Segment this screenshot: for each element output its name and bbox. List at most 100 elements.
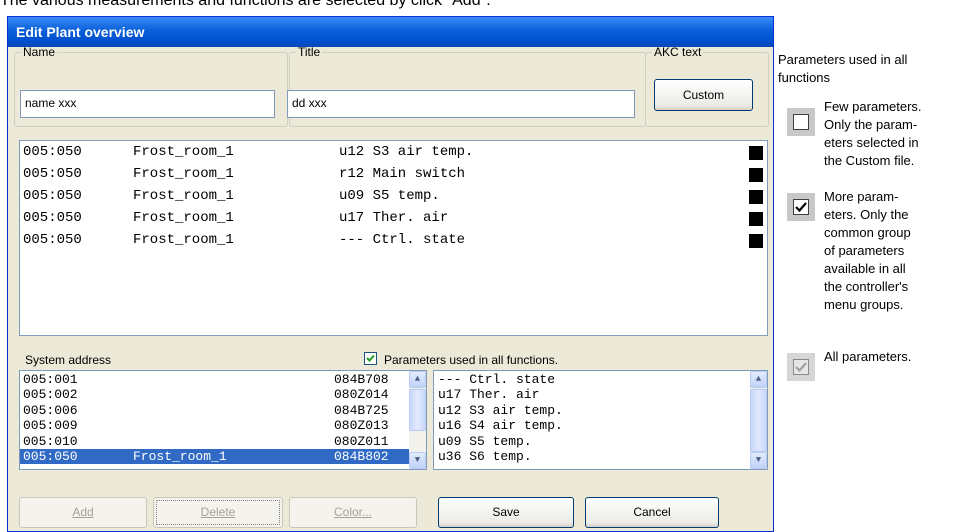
plant-overview-list[interactable]: 005:050 Frost_room_1 u12 S3 air temp. 005:0…	[19, 140, 768, 336]
plant-row-parameter: --- Ctrl. state	[339, 232, 466, 248]
plant-row-color-swatch	[749, 234, 763, 248]
add-button-label: Add	[72, 505, 94, 519]
title-group-label: Title	[298, 45, 321, 59]
system-row-address: 005:010	[23, 433, 78, 449]
scroll-down-arrow-icon[interactable]: ▼	[750, 452, 767, 469]
checked-checkbox-icon	[787, 193, 815, 221]
legend-text-line: More param-	[824, 189, 899, 204]
parameter-row[interactable]: u36 S6 temp.	[438, 449, 532, 464]
system-row-address: 005:009	[23, 418, 78, 434]
system-address-label: System address	[25, 353, 112, 367]
system-row-code: 084B802	[334, 449, 389, 464]
plant-row-address: 005:050	[23, 166, 82, 182]
system-address-row[interactable]: 005:006 084B725	[20, 403, 409, 418]
parameter-legend-panel: Parameters used in all functions	[778, 51, 960, 87]
system-address-row[interactable]: 005:002 080Z014	[20, 387, 409, 402]
scroll-thumb[interactable]	[750, 389, 767, 452]
custom-button[interactable]: Custom	[654, 79, 753, 111]
legend-text-line: menu groups.	[824, 297, 904, 312]
plant-row-parameter: r12 Main switch	[339, 166, 466, 182]
all-functions-checkbox[interactable]	[364, 352, 377, 365]
plant-row-color-swatch	[749, 168, 763, 182]
plant-row[interactable]: 005:050 Frost_room_1 --- Ctrl. state	[20, 230, 767, 251]
plant-row-parameter: u12 S3 air temp.	[339, 144, 474, 160]
plant-row-address: 005:050	[23, 188, 82, 204]
plant-row-name: Frost_room_1	[133, 188, 234, 204]
legend-text-line: the Custom file.	[824, 153, 915, 168]
scroll-up-arrow-icon[interactable]: ▲	[409, 371, 426, 388]
delete-button[interactable]: Delete	[153, 497, 283, 528]
instruction-caption: The various measurements and functions a…	[0, 0, 491, 9]
parameter-list-scrollbar[interactable]: ▲ ▼	[750, 371, 767, 469]
plant-row[interactable]: 005:050 Frost_room_1 u17 Ther. air	[20, 208, 767, 229]
legend-heading-line1: Parameters used in all	[778, 52, 908, 67]
cancel-button-label: Cancel	[633, 505, 671, 519]
scroll-up-arrow-icon[interactable]: ▲	[750, 371, 767, 388]
add-button[interactable]: Add	[19, 497, 147, 528]
title-input[interactable]: dd xxx	[287, 90, 635, 118]
parameter-row[interactable]: --- Ctrl. state	[438, 372, 555, 387]
dialog-title-bar[interactable]: Edit Plant overview	[8, 17, 773, 47]
plant-row[interactable]: 005:050 Frost_room_1 r12 Main switch	[20, 164, 767, 185]
scroll-thumb[interactable]	[409, 389, 426, 431]
plant-row-color-swatch	[749, 212, 763, 226]
legend-text-line: the controller's	[824, 279, 909, 294]
unchecked-checkbox-icon	[787, 108, 815, 136]
system-row-address: 005:050	[23, 449, 78, 464]
cancel-button[interactable]: Cancel	[585, 497, 719, 528]
legend-text-line: Only the param-	[824, 117, 918, 132]
name-group-label: Name	[23, 45, 56, 59]
checkbox-square	[793, 359, 809, 375]
save-button[interactable]: Save	[438, 497, 574, 528]
grayed-checkbox-icon	[787, 353, 815, 381]
checkbox-square	[793, 199, 809, 215]
parameter-row[interactable]: u16 S4 air temp.	[438, 418, 563, 433]
system-row-code: 084B708	[334, 372, 389, 387]
legend-item-all: All parameters.	[824, 348, 960, 366]
checkmark-icon	[795, 202, 807, 213]
system-address-row[interactable]: 005:009 080Z013	[20, 418, 409, 433]
plant-row-address: 005:050	[23, 232, 82, 248]
legend-text-line: eters. Only the	[824, 207, 909, 222]
system-address-row[interactable]: 005:050 Frost_room_1 084B802	[20, 449, 409, 464]
parameter-row[interactable]: u17 Ther. air	[438, 387, 539, 402]
checkmark-icon	[795, 362, 807, 373]
plant-row-name: Frost_room_1	[133, 144, 234, 160]
plant-row-parameter: u17 Ther. air	[339, 210, 449, 226]
system-list-scrollbar[interactable]: ▲ ▼	[409, 371, 426, 469]
legend-text-line: All parameters.	[824, 349, 912, 364]
system-address-row[interactable]: 005:001 084B708	[20, 372, 409, 387]
system-address-list[interactable]: 005:050 Frost_room_1 084B802 005:010 080Z011…	[19, 370, 427, 470]
all-functions-label: Parameters used in all functions.	[384, 353, 559, 367]
plant-row[interactable]: 005:050 Frost_room_1 u09 S5 temp.	[20, 186, 767, 207]
system-row-code: 084B725	[334, 402, 389, 418]
plant-row[interactable]: 005:050 Frost_room_1 u12 S3 air temp.	[20, 142, 767, 163]
parameter-row[interactable]: u09 S5 temp.	[438, 434, 532, 449]
plant-row-name: Frost_room_1	[133, 210, 234, 226]
legend-item-few: Few parameters. Only the param-eters sele…	[824, 98, 960, 170]
color-button[interactable]: Color...	[289, 497, 417, 528]
plant-row-color-swatch	[749, 146, 763, 160]
system-row-name: Frost_room_1	[133, 449, 227, 464]
scroll-down-arrow-icon[interactable]: ▼	[409, 452, 426, 469]
system-row-code: 080Z013	[334, 418, 389, 434]
checkmark-icon	[366, 354, 375, 362]
name-input[interactable]: name xxx	[20, 90, 275, 118]
parameter-row[interactable]: u12 S3 air temp.	[438, 403, 563, 418]
legend-text-line: eters selected in	[824, 135, 919, 150]
checkbox-square	[793, 114, 809, 130]
system-row-address: 005:002	[23, 387, 78, 403]
system-row-address: 005:006	[23, 402, 78, 418]
akc-text-group-label: AKC text	[654, 45, 702, 59]
legend-text-line: of parameters	[824, 243, 905, 258]
parameter-list[interactable]: u36 S6 temp. u09 S5 temp. u16 S4 air temp.…	[433, 370, 768, 470]
legend-item-more: More param-eters. Only the common group of…	[824, 188, 960, 314]
system-row-code: 080Z011	[334, 433, 389, 449]
plant-row-name: Frost_room_1	[133, 166, 234, 182]
plant-row-name: Frost_room_1	[133, 232, 234, 248]
legend-text-line: common group	[824, 225, 911, 240]
system-row-code: 080Z014	[334, 387, 389, 403]
system-address-row[interactable]: 005:010 080Z011	[20, 434, 409, 449]
plant-row-address: 005:050	[23, 144, 82, 160]
legend-text-line: available in all	[824, 261, 906, 276]
